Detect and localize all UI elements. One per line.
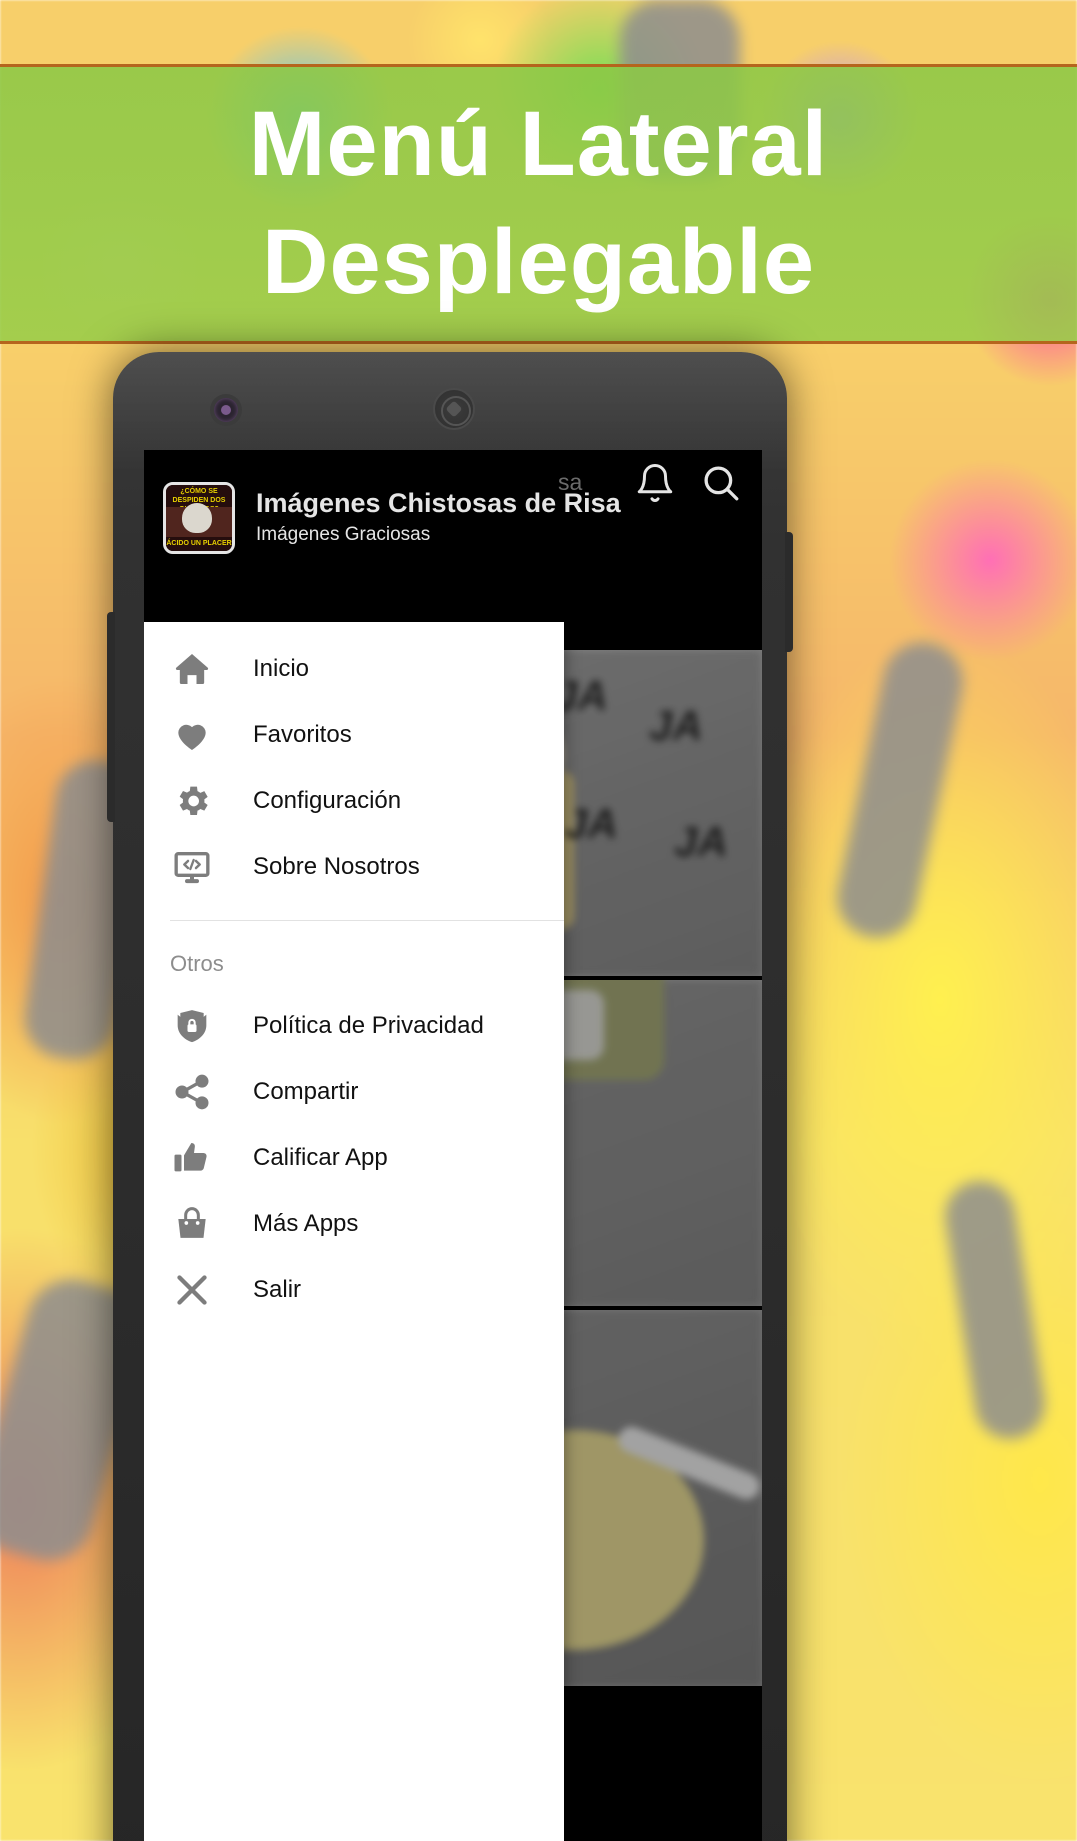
- home-icon: [170, 647, 214, 691]
- phone-volume-buttons: [107, 612, 115, 822]
- drawer-primary-list: Inicio Favoritos Configuración Sobre Nos…: [144, 622, 564, 900]
- drawer-item-configuracion[interactable]: Configuración: [144, 768, 564, 834]
- drawer-item-label: Inicio: [253, 655, 310, 682]
- promo-banner-line-1: Menú Lateral: [248, 93, 829, 196]
- navigation-drawer: Inicio Favoritos Configuración Sobre Nos…: [144, 622, 564, 1841]
- monitor-code-icon: [170, 845, 214, 889]
- screenshot-root: Menú Lateral Desplegable ¿CÓMO SE DESPID…: [0, 0, 1077, 1841]
- drawer-item-politica-de-privacidad[interactable]: Política de Privacidad: [144, 993, 564, 1059]
- drawer-item-label: Sobre Nosotros: [253, 853, 420, 880]
- drawer-section-label: Otros: [170, 951, 224, 976]
- promo-banner-line-2: Desplegable: [262, 211, 815, 313]
- drawer-item-label: Calificar App: [253, 1144, 388, 1171]
- drawer-item-label: Más Apps: [253, 1210, 359, 1237]
- phone-power-button: [785, 532, 793, 652]
- heart-icon: [170, 713, 214, 757]
- drawer-item-sobre-nosotros[interactable]: Sobre Nosotros: [144, 834, 564, 900]
- drawer-secondary-list: Política de Privacidad Compartir Calific…: [144, 987, 564, 1323]
- share-icon: [170, 1070, 214, 1114]
- shield-lock-icon: [170, 1004, 214, 1048]
- gear-icon: [170, 779, 214, 823]
- close-x-icon: [170, 1268, 214, 1312]
- drawer-item-label: Configuración: [253, 787, 402, 814]
- drawer-item-inicio[interactable]: Inicio: [144, 636, 564, 702]
- drawer-item-salir[interactable]: Salir: [144, 1257, 564, 1323]
- drawer-item-favoritos[interactable]: Favoritos: [144, 702, 564, 768]
- promo-banner: Menú Lateral Desplegable: [0, 64, 1077, 344]
- drawer-item-label: Favoritos: [253, 721, 352, 748]
- drawer-item-label: Salir: [253, 1276, 302, 1303]
- drawer-item-label: Política de Privacidad: [253, 1012, 484, 1039]
- drawer-item-compartir[interactable]: Compartir: [144, 1059, 564, 1125]
- phone-screen: ¿CÓMO SE DESPIDEN DOS QUÍMICOS? ÁCIDO UN…: [144, 450, 762, 1841]
- drawer-item-calificar-app[interactable]: Calificar App: [144, 1125, 564, 1191]
- shopping-bag-icon: [170, 1202, 214, 1246]
- phone-mockup: ¿CÓMO SE DESPIDEN DOS QUÍMICOS? ÁCIDO UN…: [107, 352, 793, 1841]
- thumb-up-icon: [170, 1136, 214, 1180]
- earpiece-speaker-icon: [433, 388, 475, 430]
- front-camera-icon: [214, 398, 238, 422]
- drawer-item-mas-apps[interactable]: Más Apps: [144, 1191, 564, 1257]
- drawer-item-label: Compartir: [253, 1078, 359, 1105]
